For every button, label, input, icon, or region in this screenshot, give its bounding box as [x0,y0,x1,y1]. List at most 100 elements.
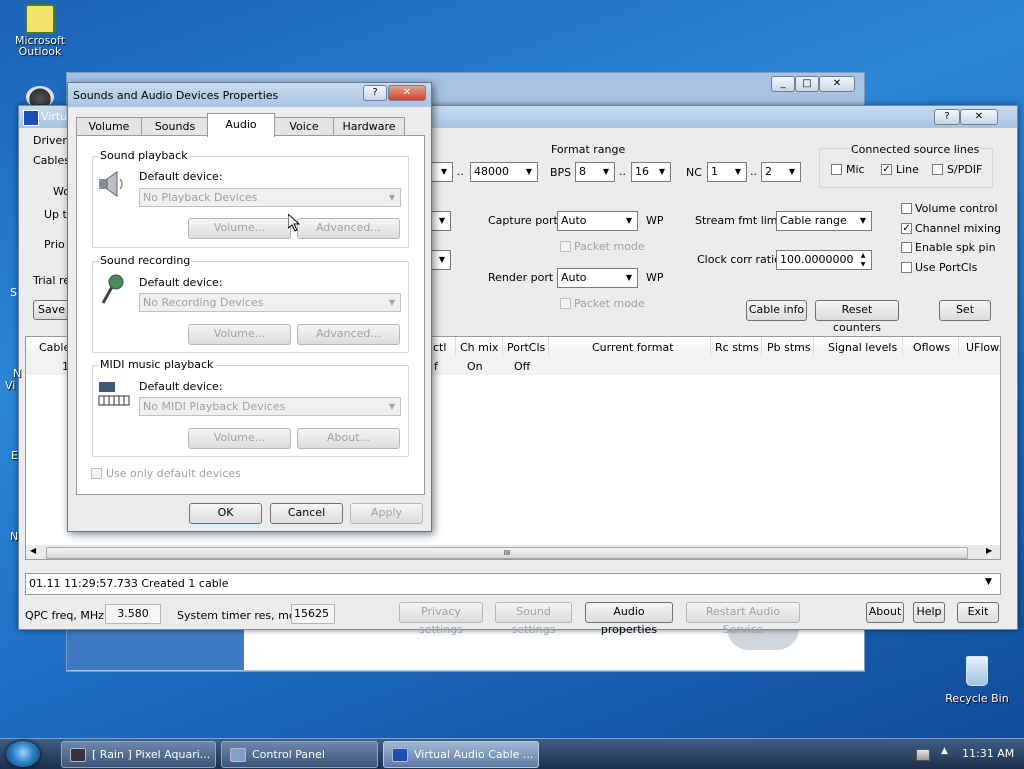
col-divider [761,337,762,357]
control-panel-icon [230,748,246,762]
exit-button[interactable]: Exit [957,602,999,623]
taskbar-item-label: Control Panel [252,748,325,761]
about-button[interactable]: About [866,602,904,623]
col-rc-stms[interactable]: Rc stms [715,341,759,354]
col-current-format[interactable]: Current format [592,341,674,354]
outlook-desktop-icon[interactable]: Microsoft Outlook [8,4,72,58]
recording-volume-button[interactable]: Volume... [188,324,291,345]
cp-minimize-button[interactable]: _ [771,76,795,92]
line-checkbox[interactable]: ✓ [881,164,892,175]
channel-mixing-checkbox[interactable]: ✓ [901,223,912,234]
playback-device-select[interactable]: No Playback Devices ▼ [139,188,401,207]
use-portcls-checkbox[interactable] [901,262,912,273]
tab-volume[interactable]: Volume [76,117,142,136]
spdif-label: S/PDIF [947,163,983,176]
dialog-help-button[interactable]: ? [363,85,387,101]
tab-sounds[interactable]: Sounds [141,117,209,136]
col-signal-levels[interactable]: Signal levels [828,341,897,354]
volume-control-checkbox[interactable] [901,203,912,214]
tab-audio[interactable]: Audio [207,113,275,137]
scroll-left-icon[interactable]: ◀ [30,546,36,555]
scroll-right-icon[interactable]: ▶ [986,546,992,555]
left-select-2[interactable]: ▼ [431,250,451,270]
bps-max-select[interactable]: 16 ▼ [631,162,671,182]
left-select-1[interactable]: ▼ [431,211,451,231]
dialog-close-button[interactable]: ✕ [388,85,426,101]
render-packet-checkbox[interactable] [560,298,571,309]
cp-maximize-button[interactable]: □ [795,76,819,92]
table-hscrollbar[interactable]: ◀ III ▶ [26,545,1000,559]
render-port-select[interactable]: Auto ▼ [557,268,638,288]
nc-min-select[interactable]: 1 ▼ [707,162,747,182]
tab-hardware[interactable]: Hardware [333,117,405,136]
cp-close-button[interactable]: ✕ [819,76,855,92]
recording-device-select[interactable]: No Recording Devices ▼ [139,293,401,312]
recycle-bin-label: Recycle Bin [945,692,1009,705]
ok-button[interactable]: OK [189,503,262,524]
edge-letter-4: E [11,449,18,462]
stream-fmt-select[interactable]: Cable range ▼ [776,211,872,231]
capture-port-select[interactable]: Auto ▼ [557,211,638,231]
playback-device-value: No Playback Devices [143,191,258,204]
col-pb-stms[interactable]: Pb stms [767,341,811,354]
mic-label: Mic [846,163,865,176]
tab-voice[interactable]: Voice [273,117,335,136]
privacy-settings-button[interactable]: Privacy settings [399,602,483,636]
midi-device-select[interactable]: No MIDI Playback Devices ▼ [139,397,401,416]
sound-dialog-titlebar: Sounds and Audio Devices Properties ? ✕ [68,83,431,107]
set-button[interactable]: Set [939,300,991,321]
cancel-button[interactable]: Cancel [270,503,343,524]
recycle-bin-icon [966,656,988,686]
col-oflows[interactable]: Oflows [913,341,950,354]
col-portcls[interactable]: PortCls [507,341,545,354]
col-uflows[interactable]: UFlows [966,341,1000,354]
midi-volume-button[interactable]: Volume... [188,428,291,449]
audio-properties-button[interactable]: Audio properties [585,602,673,636]
midi-about-button[interactable]: About... [297,428,400,449]
render-packet-label: Packet mode [574,297,645,310]
reset-counters-button[interactable]: Reset counters [815,300,899,334]
restart-audio-button[interactable]: Restart Audio Service [686,602,800,636]
taskbar-item-pixel-aquarium[interactable]: [ Rain ] Pixel Aquari... [61,741,216,768]
spin-icon[interactable]: ▲ ▼ [855,251,871,269]
start-button[interactable] [6,741,40,767]
col-cable[interactable]: Cable [39,341,70,354]
enable-spk-checkbox[interactable] [901,242,912,253]
line-label: Line [896,163,919,176]
col-ch-mix[interactable]: Ch mix [460,341,498,354]
mic-checkbox[interactable] [831,164,842,175]
playback-advanced-button[interactable]: Advanced... [297,218,400,239]
col-ctl[interactable]: ctl [433,341,446,354]
qpc-value-box: 3.580 [105,604,161,624]
help-button[interactable]: Help [913,602,945,623]
apply-button[interactable]: Apply [350,503,423,524]
cable-info-button[interactable]: Cable info [746,300,807,321]
vac-help-button[interactable]: ? [934,109,960,125]
scroll-thumb[interactable]: III [46,547,968,559]
use-only-default-checkbox[interactable] [91,468,102,479]
clock-corr-input[interactable]: 100.0000000 ▲ ▼ [776,250,872,270]
recording-advanced-button[interactable]: Advanced... [297,324,400,345]
taskbar-item-vac[interactable]: Virtual Audio Cable ... [383,741,539,768]
timer-value: 15625 [294,607,329,620]
sr-min-select[interactable]: ▼ [431,162,453,182]
recycle-bin-desktop-icon[interactable]: Recycle Bin [942,656,1012,705]
network-tray-icon[interactable] [916,749,930,761]
taskbar-clock[interactable]: 11:31 AM [962,747,1014,760]
sr-max-value: 48000 [474,165,509,178]
sound-settings-button[interactable]: Sound settings [495,602,572,636]
capture-packet-checkbox[interactable] [560,241,571,252]
log-combo[interactable]: 01.11 11:29:57.733 Created 1 cable ▼ [25,573,1001,595]
tab-hardware-label: Hardware [342,120,396,133]
tray-expand-icon[interactable]: ▲ [941,746,948,756]
connected-lines-label: Connected source lines [849,143,982,156]
playback-volume-button[interactable]: Volume... [188,218,291,239]
log-dropdown-icon[interactable]: ▼ [985,577,992,587]
spdif-checkbox[interactable] [932,164,943,175]
taskbar-item-control-panel[interactable]: Control Panel [221,741,378,768]
nc-max-select[interactable]: 2 ▼ [761,162,801,182]
bps-min-select[interactable]: 8 ▼ [575,162,615,182]
cp-left-pane [67,628,244,670]
sr-max-select[interactable]: 48000 ▼ [470,162,538,182]
vac-close-button[interactable]: ✕ [960,109,998,125]
